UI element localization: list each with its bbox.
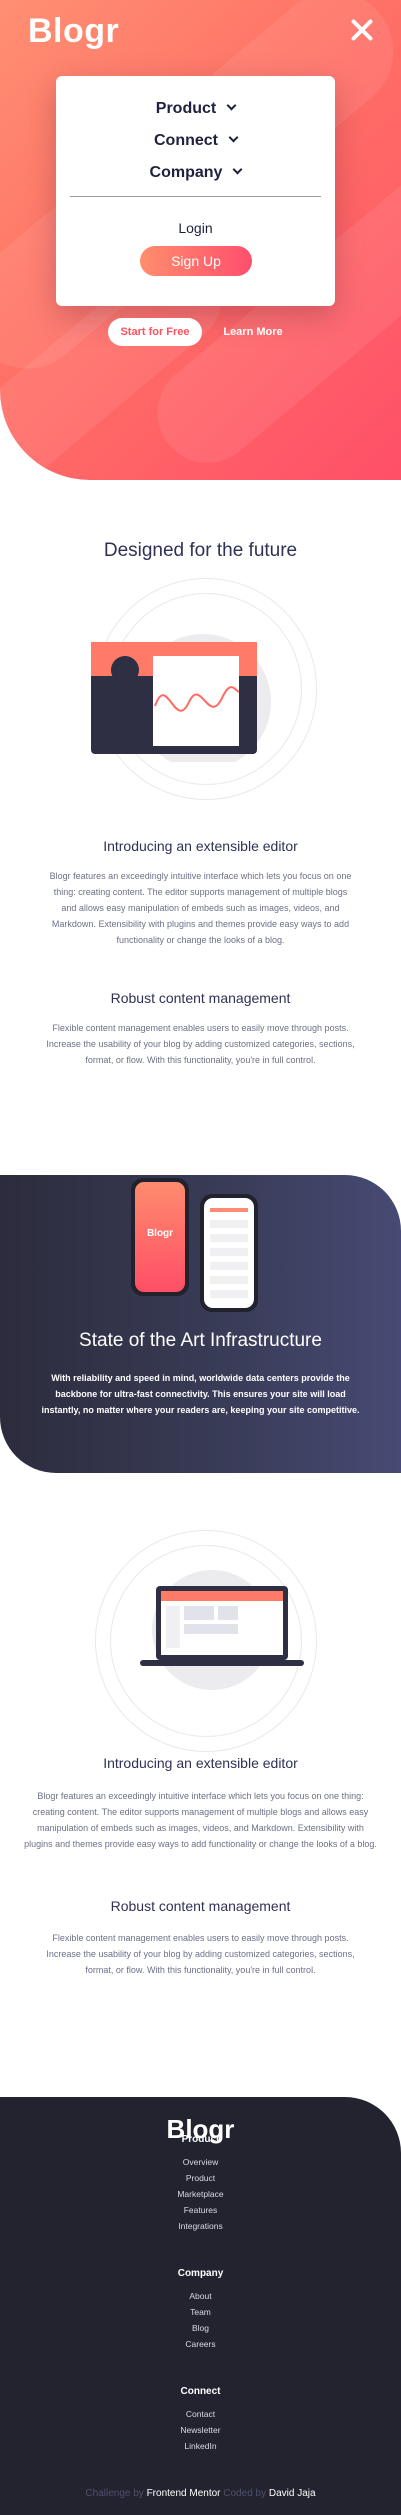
start-free-button[interactable]: Start for Free [108, 318, 202, 346]
footer-link-overview[interactable]: Overview [0, 2157, 401, 2167]
footer-link-blog[interactable]: Blog [0, 2323, 401, 2333]
close-menu-icon[interactable] [350, 18, 374, 42]
footer-link-integrations[interactable]: Integrations [0, 2221, 401, 2231]
infrastructure-title: State of the Art Infrastructure [79, 1330, 322, 1351]
section-heading-content-2: Robust content management [110, 1898, 291, 1914]
menu-divider [70, 196, 321, 197]
frontend-mentor-link[interactable]: Frontend Mentor [147, 2488, 221, 2499]
nav-item-label: Product [155, 100, 217, 117]
footer-link-team[interactable]: Team [0, 2307, 401, 2317]
chevron-down-icon [228, 132, 239, 143]
section-text-content: Flexible content management enables user… [46, 1023, 355, 1065]
nav-item-company[interactable]: Company [56, 164, 335, 182]
phone-illustration [200, 1194, 258, 1312]
learn-more-button[interactable]: Learn More [210, 318, 296, 346]
signup-button[interactable]: Sign Up [140, 246, 252, 276]
section-text-editor-2: Blogr features an exceedingly intuitive … [24, 1791, 377, 1849]
section-title-future: Designed for the future [103, 540, 298, 561]
footer-heading-product: Product [181, 2134, 220, 2145]
login-link[interactable]: Login [56, 220, 335, 236]
section-heading-content: Robust content management [110, 990, 291, 1006]
footer-link-careers[interactable]: Careers [0, 2339, 401, 2349]
nav-item-label: Connect [154, 132, 218, 149]
footer-link-linkedin[interactable]: LinkedIn [0, 2441, 401, 2451]
phone-content-lines [210, 1208, 248, 1298]
attribution: Challenge by Frontend Mentor Coded by Da… [0, 2488, 401, 2499]
logo[interactable]: Blogr [28, 12, 119, 51]
footer-link-about[interactable]: About [0, 2291, 401, 2301]
footer-link-marketplace[interactable]: Marketplace [0, 2189, 401, 2199]
infrastructure-text: With reliability and speed in mind, worl… [41, 1373, 360, 1415]
footer-link-features[interactable]: Features [0, 2205, 401, 2215]
phone-logo: Blogr [146, 1228, 174, 1239]
phone-screen [204, 1198, 254, 1308]
footer-link-contact[interactable]: Contact [0, 2409, 401, 2419]
laptop-illustration [140, 1570, 304, 1690]
section-text-content-2: Flexible content management enables user… [46, 1933, 355, 1975]
author-link[interactable]: David Jaja [269, 2488, 316, 2499]
footer-heading-company: Company [177, 2268, 224, 2279]
chevron-down-icon [233, 164, 243, 175]
nav-item-connect[interactable]: Connect [56, 132, 335, 150]
footer-heading-connect: Connect [180, 2386, 221, 2397]
nav-item-label: Company [149, 164, 223, 181]
section-text-editor: Blogr features an exceedingly intuitive … [49, 871, 352, 945]
attribution-challenge-label: Challenge by [85, 2488, 144, 2499]
phone-illustration: Blogr [131, 1178, 189, 1296]
section-heading-editor: Introducing an extensible editor [103, 838, 298, 854]
chevron-down-icon [226, 100, 237, 111]
section-heading-editor-2: Introducing an extensible editor [103, 1755, 298, 1771]
attribution-coded-label: Coded by [223, 2488, 267, 2499]
editor-illustration [91, 634, 271, 762]
footer-link-product[interactable]: Product [0, 2173, 401, 2183]
nav-item-product[interactable]: Product [56, 100, 335, 118]
footer-link-newsletter[interactable]: Newsletter [0, 2425, 401, 2435]
mobile-nav-menu: Product Connect Company Login Sign Up [56, 76, 335, 306]
